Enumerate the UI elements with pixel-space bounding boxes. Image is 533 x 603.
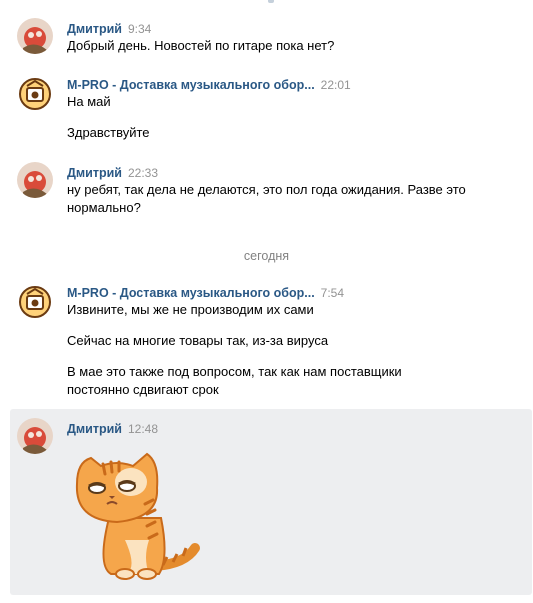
message-header: Дмитрий 22:33	[67, 165, 158, 180]
message-text: Извините, мы же не производим их сами	[67, 302, 314, 317]
author-name[interactable]: Дмитрий	[67, 422, 122, 436]
guitar-amp-logo-icon	[17, 76, 53, 112]
message-text: В мае это также под вопросом, так как на…	[67, 364, 402, 379]
user-avatar[interactable]	[17, 18, 53, 54]
user-avatar[interactable]	[17, 418, 53, 454]
user-avatar[interactable]	[17, 162, 53, 198]
cat-avatar-icon	[17, 418, 53, 454]
message-text: ну ребят, так дела не делаются, это пол …	[67, 182, 466, 197]
message-text: постоянно сдвигают срок	[67, 382, 219, 397]
message-header: M-PRO - Доставка музыкального обор... 22:…	[67, 77, 351, 92]
message-text: Сейчас на многие товары так, из-за вирус…	[67, 333, 329, 348]
author-name[interactable]: Дмитрий	[67, 166, 122, 180]
scroll-indicator	[268, 0, 274, 3]
author-name[interactable]: M-PRO - Доставка музыкального обор...	[67, 286, 315, 300]
message-text: нормально?	[67, 200, 141, 215]
message-header: Дмитрий 9:34	[67, 21, 151, 36]
message-header: Дмитрий 12:48	[67, 421, 158, 436]
message-time[interactable]: 7:54	[321, 286, 344, 300]
message-time[interactable]: 22:01	[321, 78, 351, 92]
sad-orange-cat-sticker	[75, 452, 200, 580]
message-time[interactable]: 9:34	[128, 22, 151, 36]
message-text: Здравствуйте	[67, 125, 150, 140]
message-header: M-PRO - Доставка музыкального обор... 7:5…	[67, 285, 344, 300]
shop-avatar[interactable]	[17, 284, 53, 320]
guitar-amp-logo-icon	[17, 284, 53, 320]
author-name[interactable]: Дмитрий	[67, 22, 122, 36]
cat-avatar-icon	[17, 18, 53, 54]
date-separator: сегодня	[243, 249, 290, 263]
cat-avatar-icon	[17, 162, 53, 198]
author-name[interactable]: M-PRO - Доставка музыкального обор...	[67, 78, 315, 92]
message-time[interactable]: 12:48	[128, 422, 158, 436]
message-text: На май	[67, 94, 111, 109]
message-text: Добрый день. Новостей по гитаре пока нет…	[67, 38, 335, 53]
shop-avatar[interactable]	[17, 76, 53, 112]
sticker[interactable]	[67, 448, 207, 591]
message-time[interactable]: 22:33	[128, 166, 158, 180]
